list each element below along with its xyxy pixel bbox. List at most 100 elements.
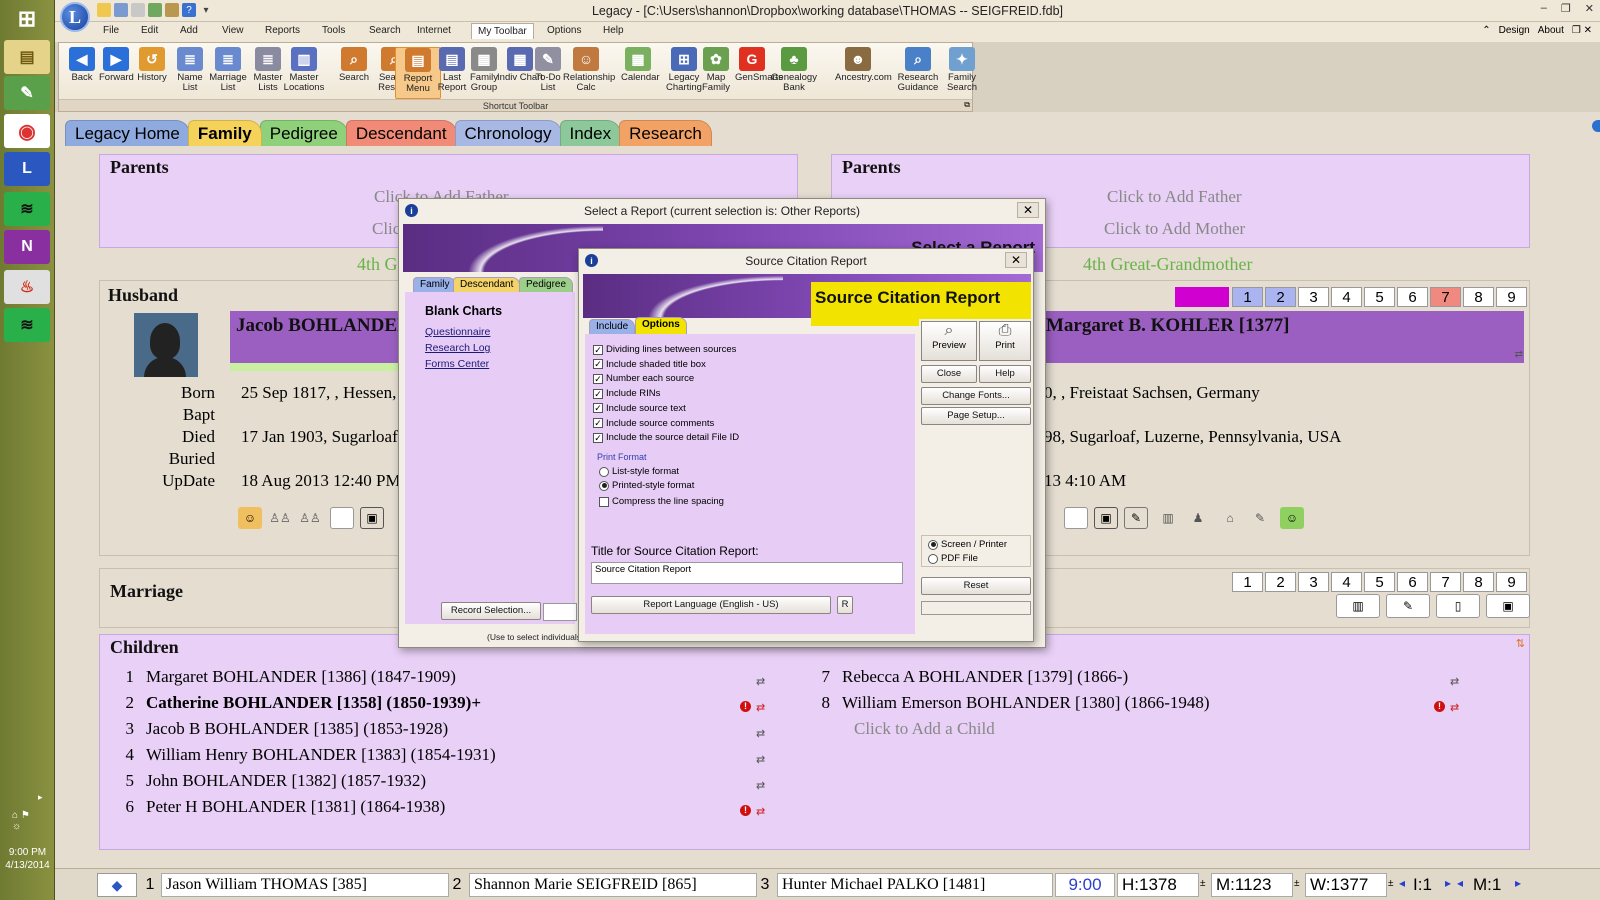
report-title-input[interactable] bbox=[591, 562, 903, 584]
tab-pedigree[interactable]: Pedigree bbox=[259, 120, 348, 146]
menu-help[interactable]: Help bbox=[603, 25, 624, 36]
option-checkbox[interactable]: ✓ Include RINs bbox=[593, 388, 660, 399]
number-box-7[interactable]: 7 bbox=[1430, 572, 1461, 592]
next-index-icon[interactable]: ▸ bbox=[1445, 876, 1451, 890]
child-swap-icon[interactable]: ⇄ bbox=[756, 727, 765, 740]
next-marriage-icon[interactable]: ▸ bbox=[1515, 876, 1521, 890]
spotify-icon[interactable]: ≋ bbox=[4, 192, 50, 226]
report-language-button[interactable]: Report Language (English - US) bbox=[591, 596, 831, 614]
add-child-link[interactable]: Click to Add a Child bbox=[854, 719, 995, 739]
toolbar-expand-icon[interactable]: ⧉ bbox=[964, 100, 970, 110]
tab-index[interactable]: Index bbox=[559, 120, 622, 146]
add-father-link[interactable]: Click to Add Father bbox=[1107, 187, 1242, 207]
number-box-2[interactable]: 2 bbox=[1265, 287, 1296, 307]
person-icon[interactable]: ☺ bbox=[1280, 507, 1304, 529]
menu-view[interactable]: View bbox=[222, 25, 244, 36]
marriage-picture-icon[interactable]: ▣ bbox=[1486, 594, 1530, 618]
child-row[interactable]: 2 Catherine BOHLANDER [1358] (1850-1939)+ bbox=[110, 693, 482, 713]
menu-options[interactable]: Options bbox=[547, 25, 581, 36]
number-box-8[interactable]: 8 bbox=[1463, 287, 1494, 307]
marriage-source-icon[interactable]: ✎ bbox=[1386, 594, 1430, 618]
status-wife-rin[interactable]: W:1377 bbox=[1305, 873, 1387, 897]
number-box-4[interactable]: 4 bbox=[1331, 287, 1362, 307]
number-box-5[interactable]: 5 bbox=[1364, 287, 1395, 307]
research-log-link[interactable]: Research Log bbox=[425, 342, 490, 354]
notes-icon[interactable] bbox=[1064, 507, 1088, 529]
child-row[interactable]: 1 Margaret BOHLANDER [1386] (1847-1909) bbox=[110, 667, 456, 687]
legacy-logo-icon[interactable]: L bbox=[60, 2, 90, 32]
child-row[interactable]: 7 Rebecca A BOHLANDER [1379] (1866-) bbox=[806, 667, 1129, 687]
spouses-icon[interactable]: ♙♙ bbox=[298, 507, 322, 529]
legacy-app-icon[interactable]: L bbox=[4, 152, 50, 186]
number-box-9[interactable]: 9 bbox=[1496, 287, 1527, 307]
option-checkbox[interactable]: ✓ Include source comments bbox=[593, 418, 714, 429]
number-box-2[interactable]: 2 bbox=[1265, 572, 1296, 592]
tab-descendant-reports[interactable]: Descendant bbox=[453, 277, 521, 292]
child-swap-icon[interactable]: ⇄ bbox=[1450, 675, 1459, 688]
file-explorer-icon[interactable]: ▤ bbox=[4, 40, 50, 74]
restore-button[interactable]: ❐ bbox=[1561, 2, 1571, 15]
alert-icon[interactable]: ! bbox=[740, 701, 751, 712]
wife-name-bar[interactable]: Margaret B. KOHLER [1377] bbox=[1040, 311, 1524, 363]
flame-app-icon[interactable]: ♨ bbox=[4, 270, 50, 304]
tray-expand-icon[interactable]: ▸ bbox=[38, 792, 43, 803]
number-box-6[interactable]: 6 bbox=[1397, 572, 1428, 592]
menu-design[interactable]: Design bbox=[1499, 25, 1530, 36]
menu-reports[interactable]: Reports bbox=[265, 25, 300, 36]
child-swap-icon[interactable]: ⇄ bbox=[756, 701, 765, 714]
info-dot-icon[interactable] bbox=[1592, 120, 1600, 132]
preview-button[interactable]: ⌕ Preview bbox=[921, 321, 977, 361]
tool-ancestry-com[interactable]: ☻ Ancestry.com bbox=[835, 47, 892, 99]
tool-forward[interactable]: ▶ Forward bbox=[99, 47, 134, 99]
tool-research-guidance[interactable]: ⌕ Research Guidance bbox=[895, 47, 941, 99]
reset-button[interactable]: Reset bbox=[921, 577, 1031, 595]
option-checkbox[interactable]: ✓ Dividing lines between sources bbox=[593, 344, 736, 355]
select-report-close-button[interactable]: ✕ bbox=[1017, 202, 1039, 218]
page-setup-button[interactable]: Page Setup... bbox=[921, 407, 1031, 425]
tool-gensmarts[interactable]: G GenSmarts bbox=[735, 47, 783, 99]
tool-map-family[interactable]: ✿ Map Family bbox=[699, 47, 733, 99]
child-swap-icon[interactable]: ⇄ bbox=[1450, 701, 1459, 714]
menu-edit[interactable]: Edit bbox=[141, 25, 158, 36]
r-button[interactable]: R bbox=[837, 596, 853, 614]
notes-icon[interactable] bbox=[330, 507, 354, 529]
slot-1-name[interactable]: Jason William THOMAS [385] bbox=[161, 873, 449, 897]
wife-died[interactable]: 98, Sugarloaf, Luzerne, Pennsylvania, US… bbox=[1044, 427, 1341, 447]
marriage-books-icon[interactable]: ▥ bbox=[1336, 594, 1380, 618]
number-box-5[interactable]: 5 bbox=[1364, 572, 1395, 592]
tab-research[interactable]: Research bbox=[619, 120, 712, 146]
record-selection-field[interactable] bbox=[543, 603, 577, 621]
tab-family-reports[interactable]: Family bbox=[413, 277, 457, 292]
number-box-8[interactable]: 8 bbox=[1463, 572, 1494, 592]
child-swap-icon[interactable]: ⇄ bbox=[756, 675, 765, 688]
menu-search[interactable]: Search bbox=[369, 25, 401, 36]
pdf-file-radio[interactable]: PDF File bbox=[928, 553, 978, 564]
menu-about[interactable]: About bbox=[1538, 25, 1564, 36]
number-box-3[interactable]: 3 bbox=[1298, 572, 1329, 592]
slot-3-name[interactable]: Hunter Michael PALKO [1481] bbox=[777, 873, 1053, 897]
wife-born[interactable]: 0, , Freistaat Sachsen, Germany bbox=[1044, 383, 1260, 403]
address-icon[interactable]: ⌂ bbox=[1218, 507, 1242, 529]
slot-2-name[interactable]: Shannon Marie SEIGFREID [865] bbox=[469, 873, 757, 897]
forms-center-link[interactable]: Forms Center bbox=[425, 358, 489, 370]
swap-icon[interactable]: ⇄ bbox=[1515, 349, 1523, 360]
spotify-icon-2[interactable]: ≋ bbox=[4, 308, 50, 342]
child-row[interactable]: 8 William Emerson BOHLANDER [1380] (1866-… bbox=[806, 693, 1210, 713]
h-spinner-icon[interactable]: ± bbox=[1200, 878, 1206, 889]
tool-relationship-calc[interactable]: ☺ Relationship Calc bbox=[563, 47, 615, 99]
windows-start-icon[interactable]: ⊞ bbox=[4, 2, 50, 36]
person-icon[interactable]: ☺ bbox=[238, 507, 262, 529]
printed-style-radio[interactable]: Printed-style format bbox=[599, 480, 694, 491]
menu-file[interactable]: File bbox=[103, 25, 119, 36]
w-spinner-icon[interactable]: ± bbox=[1388, 878, 1394, 889]
husband-born[interactable]: 25 Sep 1817, , Hessen, Germany bbox=[241, 383, 399, 403]
tool-family-search[interactable]: ✦ Family Search bbox=[939, 47, 985, 99]
source-icon[interactable]: ✎ bbox=[1124, 507, 1148, 529]
tool-search[interactable]: ⌕ Search bbox=[337, 47, 371, 99]
number-box-1[interactable]: 1 bbox=[1232, 572, 1263, 592]
option-checkbox[interactable]: ✓ Include the source detail File ID bbox=[593, 432, 739, 443]
tool-name-list[interactable]: ≣ Name List bbox=[173, 47, 207, 99]
taskbar-clock[interactable]: 9:00 PM 4/13/2014 bbox=[0, 846, 55, 872]
associations-icon[interactable]: ♟ bbox=[1186, 507, 1210, 529]
compress-checkbox[interactable]: Compress the line spacing bbox=[599, 496, 724, 507]
